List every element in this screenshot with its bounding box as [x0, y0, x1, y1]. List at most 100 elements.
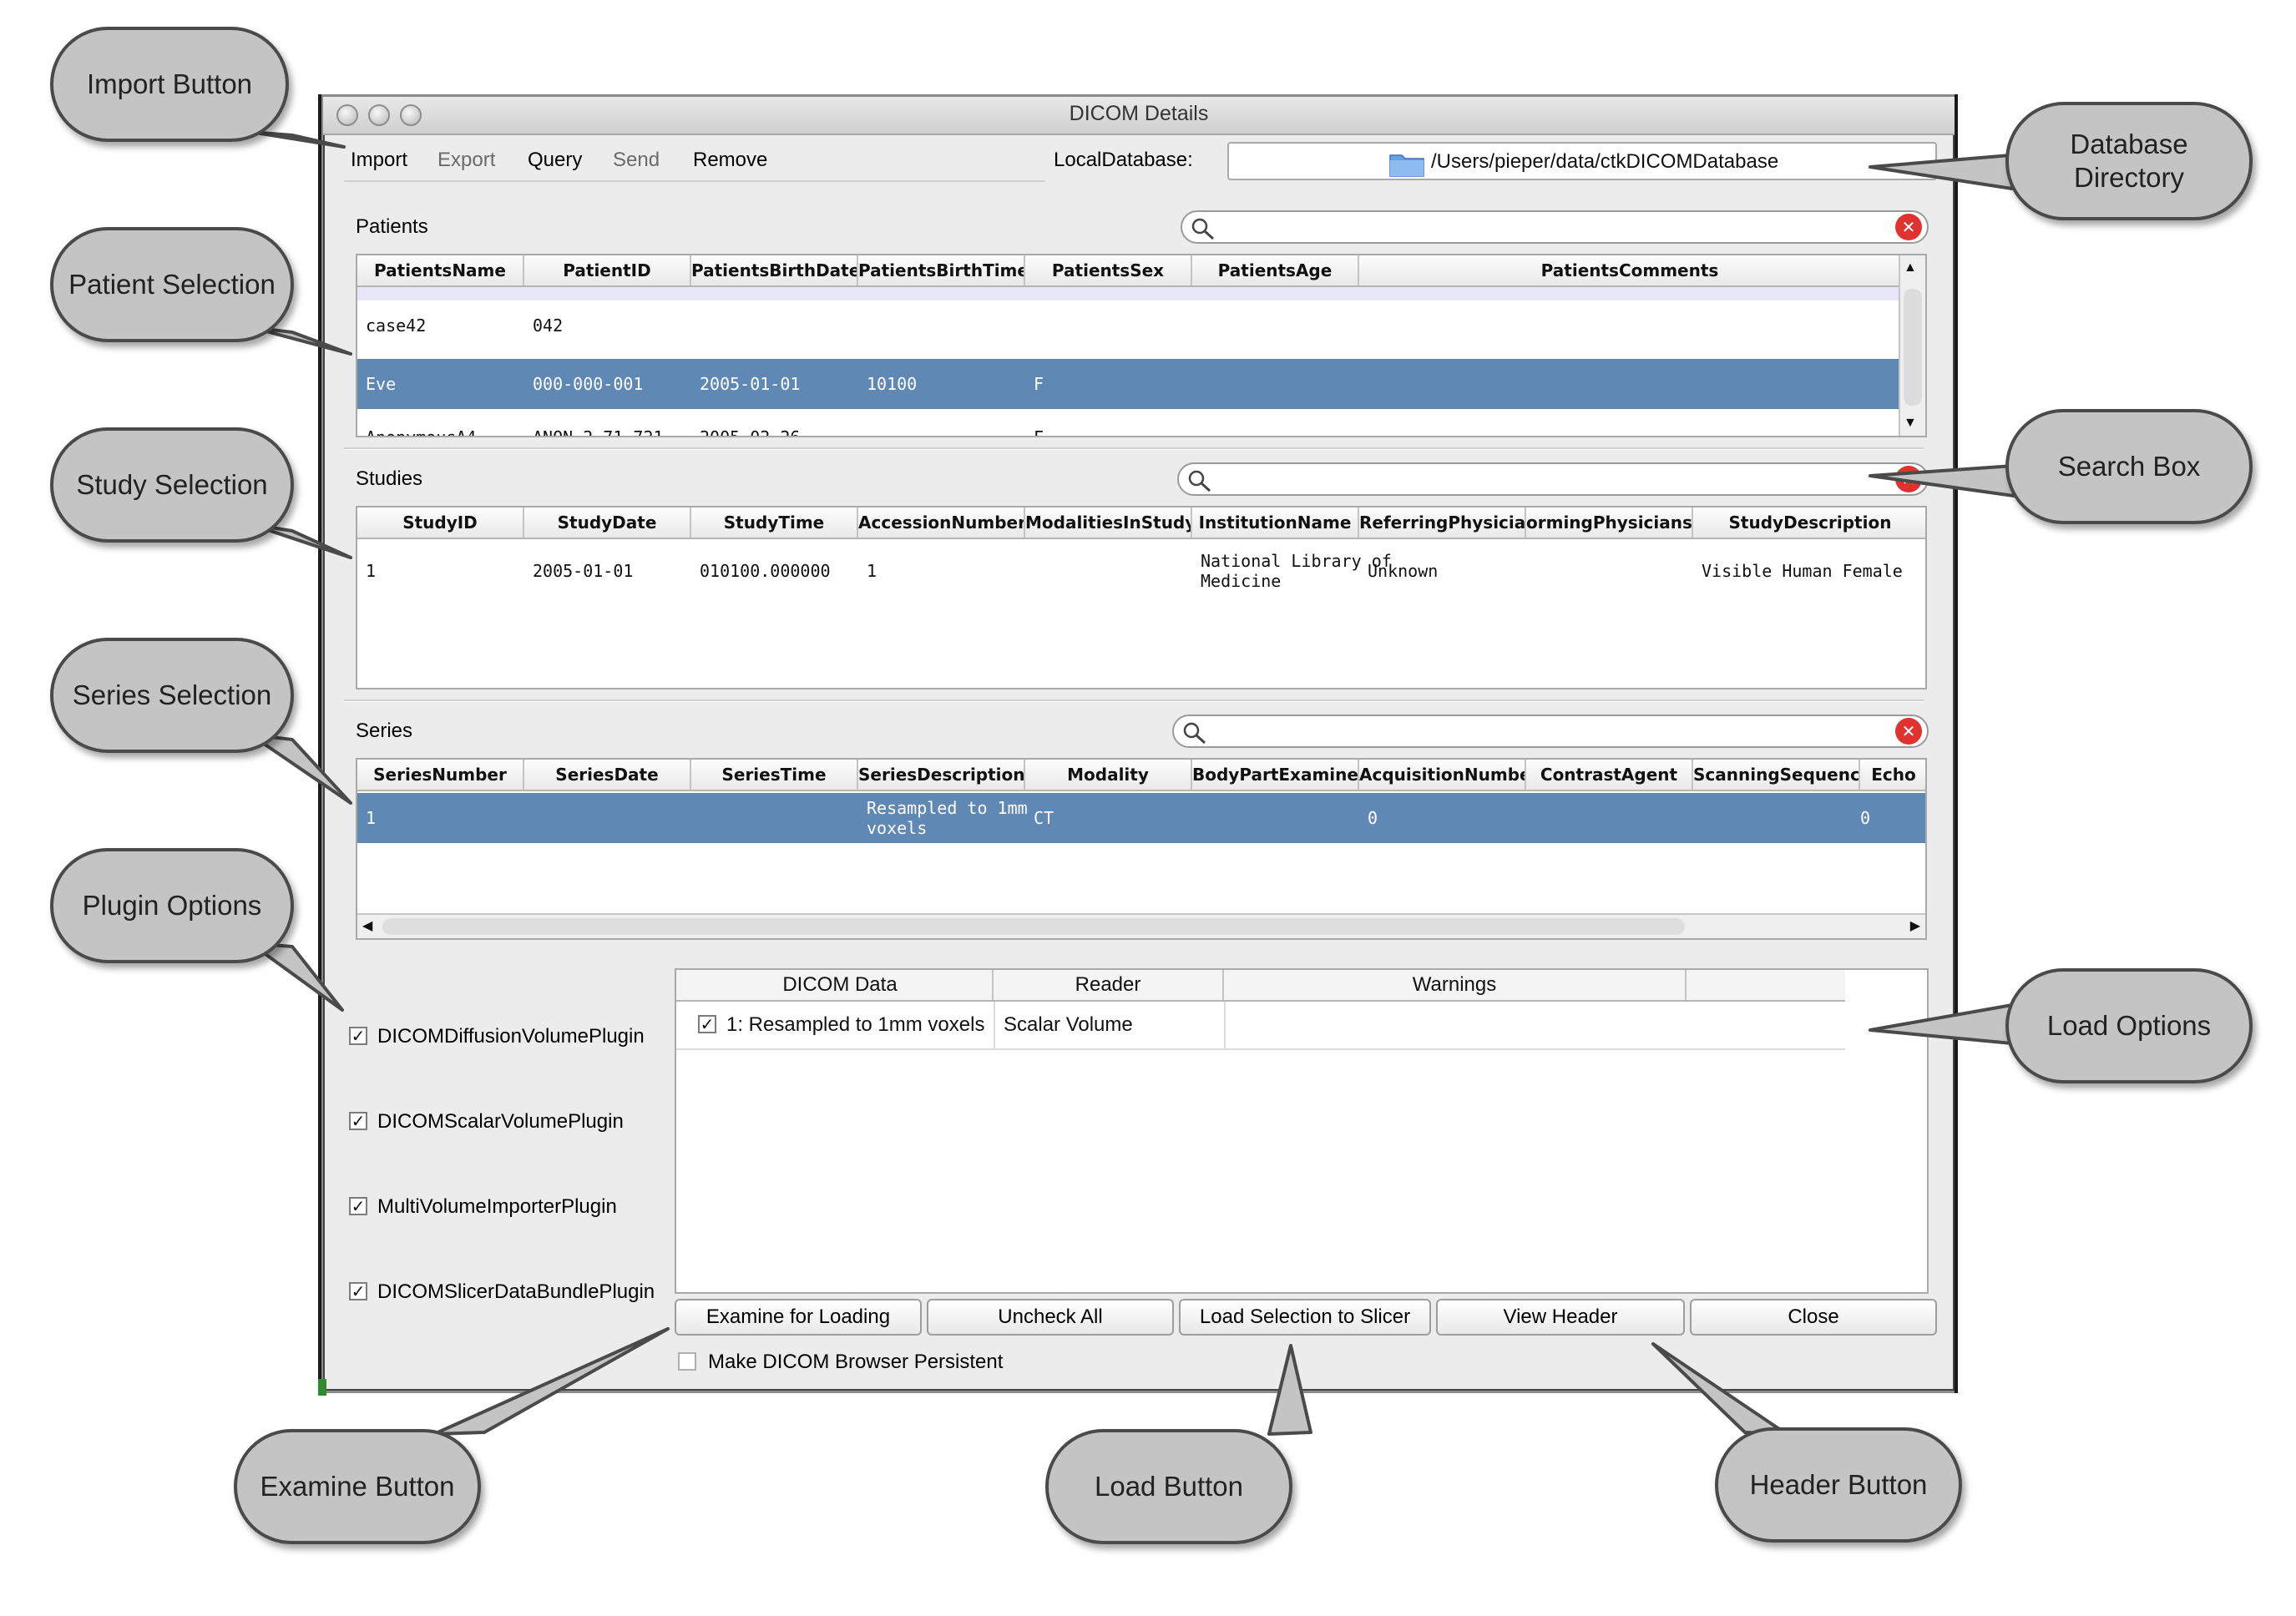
patient-name: case42: [366, 316, 427, 336]
col-patients-birthtime[interactable]: PatientsBirthTime: [858, 255, 1025, 285]
accession-number: 1: [867, 561, 877, 581]
close-button[interactable]: Close: [1690, 1299, 1937, 1336]
remove-button[interactable]: Remove: [693, 149, 767, 172]
scroll-up-icon[interactable]: ▲: [1904, 260, 1917, 275]
export-button[interactable]: Export: [437, 149, 495, 172]
table-row[interactable]: case42 042: [357, 300, 1925, 351]
col-patients-sex[interactable]: PatientsSex: [1025, 255, 1192, 285]
series-search-input[interactable]: ✕: [1172, 715, 1929, 748]
col-acquisition-number[interactable]: AcquisitionNumbe: [1359, 760, 1526, 790]
col-scanning-sequence[interactable]: ScanningSequence: [1693, 760, 1860, 790]
plugin-checkbox[interactable]: ✓: [349, 1282, 367, 1300]
studies-search-input[interactable]: ✕: [1177, 462, 1929, 496]
clear-search-icon[interactable]: ✕: [1895, 718, 1922, 745]
clear-search-icon[interactable]: ✕: [1895, 214, 1922, 240]
clear-search-icon[interactable]: ✕: [1895, 466, 1922, 492]
query-button[interactable]: Query: [528, 149, 582, 172]
cell-divider: [1224, 1002, 1226, 1050]
col-series-date[interactable]: SeriesDate: [524, 760, 691, 790]
title-bar: DICOM Details: [323, 97, 1955, 135]
load-table-header: DICOM Data Reader Warnings: [676, 970, 1845, 1002]
splitter[interactable]: [344, 447, 1924, 450]
col-study-description[interactable]: StudyDescription: [1693, 508, 1925, 538]
import-button[interactable]: Import: [351, 149, 407, 172]
splitter[interactable]: [344, 699, 1924, 702]
table-row-selected[interactable]: 1 Resampled to 1mm voxels CT 0 0: [357, 793, 1925, 843]
scroll-thumb[interactable]: [1904, 289, 1922, 406]
col-patients-name[interactable]: PatientsName: [357, 255, 524, 285]
scroll-left-icon[interactable]: ◀: [362, 917, 372, 934]
col-accession-number[interactable]: AccessionNumber: [858, 508, 1025, 538]
col-patients-comments[interactable]: PatientsComments: [1359, 255, 1902, 285]
local-database-label: LocalDatabase:: [1054, 149, 1193, 171]
view-header-button[interactable]: View Header: [1436, 1299, 1685, 1336]
patient-name: Eve: [366, 374, 397, 394]
patients-table: PatientsName PatientID PatientsBirthDate…: [356, 254, 1927, 437]
callout-study-selection: Study Selection: [50, 427, 294, 543]
callout-search-box: Search Box: [2005, 409, 2253, 524]
col-institution-name[interactable]: InstitutionName: [1192, 508, 1359, 538]
send-button[interactable]: Send: [613, 149, 660, 172]
col-series-time[interactable]: SeriesTime: [691, 760, 858, 790]
database-path: /Users/pieper/data/ctkDICOMDatabase: [1431, 150, 1779, 173]
database-directory-field[interactable]: /Users/pieper/data/ctkDICOMDatabase: [1227, 142, 1937, 180]
series-hscrollbar[interactable]: ◀ ▶: [357, 913, 1925, 938]
institution-name-line2: Medicine: [1201, 571, 1282, 591]
referring-physician: Unknown: [1368, 561, 1439, 581]
patient-id: ANON_2_71_721: [533, 427, 664, 437]
table-row[interactable]: 1 2005-01-01 010100.000000 1 National Li…: [357, 539, 1925, 599]
scroll-right-icon[interactable]: ▶: [1910, 917, 1920, 934]
persistent-checkbox[interactable]: [678, 1352, 696, 1371]
col-referring-physician[interactable]: ReferringPhysician: [1359, 508, 1526, 538]
plugin-checkbox[interactable]: ✓: [349, 1027, 367, 1045]
table-row-selected[interactable]: Eve 000-000-001 2005-01-01 10100 F: [357, 359, 1925, 409]
table-row[interactable]: [357, 287, 1925, 300]
series-label: Series: [356, 720, 413, 742]
load-checkbox[interactable]: ✓: [698, 1015, 716, 1033]
col-patients-age[interactable]: PatientsAge: [1192, 255, 1359, 285]
study-description: Visible Human Female: [1702, 561, 1903, 581]
col-body-part-examined[interactable]: BodyPartExamined: [1192, 760, 1359, 790]
search-icon: [1182, 721, 1207, 749]
col-contrast-agent[interactable]: ContrastAgent: [1526, 760, 1693, 790]
col-warnings[interactable]: Warnings: [1224, 970, 1687, 1000]
patients-scrollbar[interactable]: ▲ ▼: [1899, 255, 1925, 436]
window-corner: [318, 1379, 326, 1396]
col-reader[interactable]: Reader: [994, 970, 1224, 1000]
plugin-checkbox[interactable]: ✓: [349, 1197, 367, 1215]
col-study-date[interactable]: StudyDate: [524, 508, 691, 538]
col-modalities-in-study[interactable]: ModalitiesInStudy: [1025, 508, 1192, 538]
col-series-description[interactable]: SeriesDescription: [858, 760, 1025, 790]
col-patients-birthdate[interactable]: PatientsBirthDate: [691, 255, 858, 285]
scroll-down-icon[interactable]: ▼: [1904, 416, 1917, 431]
institution-name: National Library of: [1201, 551, 1392, 571]
scroll-thumb[interactable]: [382, 918, 1685, 935]
acquisition-number: 0: [1368, 808, 1378, 828]
col-echo[interactable]: Echo: [1860, 760, 1925, 790]
patient-id: 000-000-001: [533, 374, 644, 394]
search-icon: [1187, 469, 1212, 497]
col-modality[interactable]: Modality: [1025, 760, 1192, 790]
callout-import-button: Import Button: [50, 27, 289, 142]
examine-for-loading-button[interactable]: Examine for Loading: [675, 1299, 922, 1336]
window-edge: [1955, 94, 1958, 1393]
table-row[interactable]: AnonymousA4 ANON_2_71_721 2005_02_26 F: [357, 416, 1925, 437]
plugin-checkbox[interactable]: ✓: [349, 1112, 367, 1130]
col-performing-physicians[interactable]: ormingPhysiciansN: [1526, 508, 1693, 538]
col-patient-id[interactable]: PatientID: [524, 255, 691, 285]
col-series-number[interactable]: SeriesNumber: [357, 760, 524, 790]
plugin-label: DICOMScalarVolumePlugin: [377, 1110, 624, 1133]
table-row[interactable]: ✓ 1: Resampled to 1mm voxels Scalar Volu…: [676, 1002, 1845, 1050]
patient-sex: F: [1034, 427, 1044, 437]
col-dicom-data[interactable]: DICOM Data: [688, 970, 994, 1000]
patients-search-input[interactable]: ✕: [1181, 210, 1929, 244]
series-description: Resampled to 1mm: [867, 798, 1028, 818]
uncheck-all-button[interactable]: Uncheck All: [927, 1299, 1174, 1336]
modality: CT: [1034, 808, 1054, 828]
col-study-time[interactable]: StudyTime: [691, 508, 858, 538]
loadable-name: 1: Resampled to 1mm voxels: [726, 1013, 985, 1036]
callout-plugin-options: Plugin Options: [50, 848, 294, 963]
col-study-id[interactable]: StudyID: [357, 508, 524, 538]
patient-birthdate: 2005_02_26: [700, 427, 801, 437]
load-selection-button[interactable]: Load Selection to Slicer: [1179, 1299, 1431, 1336]
